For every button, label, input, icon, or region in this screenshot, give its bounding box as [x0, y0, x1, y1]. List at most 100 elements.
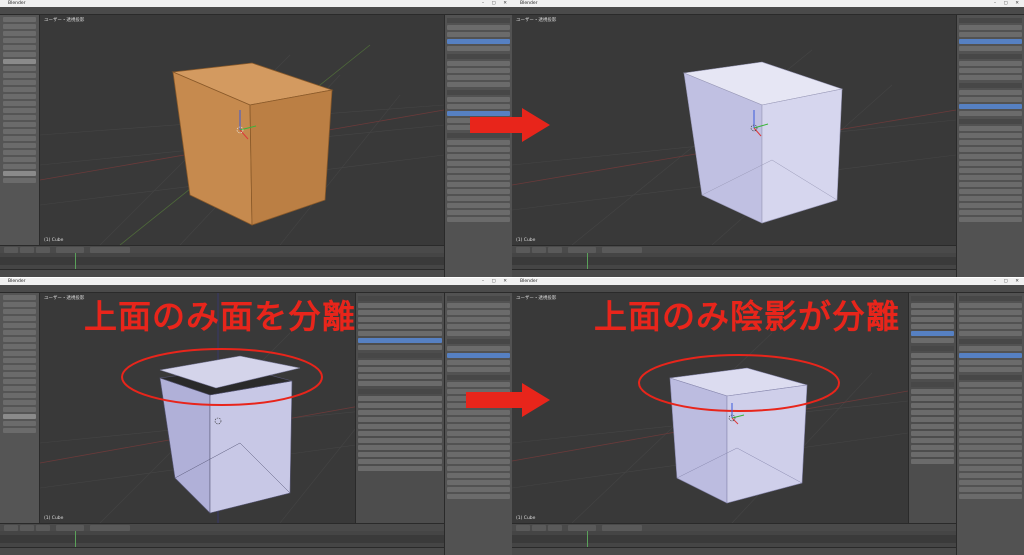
panel-field[interactable] — [447, 367, 510, 372]
panel-field[interactable] — [959, 90, 1022, 95]
panel-field[interactable] — [447, 438, 510, 443]
panel-header[interactable] — [911, 296, 954, 301]
window-controls-icon[interactable]: – ▢ ✕ — [482, 0, 510, 7]
panel-field[interactable] — [911, 331, 954, 336]
panel-field[interactable] — [959, 196, 1022, 201]
panel-header[interactable] — [959, 339, 1022, 344]
panel-field[interactable] — [447, 445, 510, 450]
panel-field[interactable] — [358, 360, 442, 365]
tool-button[interactable] — [3, 17, 36, 22]
tool-button[interactable] — [3, 365, 36, 370]
tool-button[interactable] — [3, 358, 36, 363]
panel-field[interactable] — [358, 317, 442, 322]
panel-field[interactable] — [358, 403, 442, 408]
tool-button[interactable] — [3, 400, 36, 405]
panel-header[interactable] — [358, 389, 442, 394]
panel-header[interactable] — [911, 382, 954, 387]
panel-field[interactable] — [959, 126, 1022, 131]
panel-field[interactable] — [959, 182, 1022, 187]
panel-field[interactable] — [959, 473, 1022, 478]
panel-field[interactable] — [959, 133, 1022, 138]
panel-field[interactable] — [447, 46, 510, 51]
panel-field[interactable] — [358, 438, 442, 443]
panel-field[interactable] — [959, 68, 1022, 73]
panel-field[interactable] — [447, 61, 510, 66]
panel-field[interactable] — [358, 396, 442, 401]
panel-field[interactable] — [447, 466, 510, 471]
tool-button[interactable] — [3, 45, 36, 50]
panel-field[interactable] — [959, 203, 1022, 208]
panel-field[interactable] — [358, 459, 442, 464]
tool-button[interactable] — [3, 351, 36, 356]
tool-button[interactable] — [3, 414, 36, 419]
panel-field[interactable] — [447, 494, 510, 499]
panel-field[interactable] — [358, 452, 442, 457]
tool-button[interactable] — [3, 178, 36, 183]
panel-field[interactable] — [447, 147, 510, 152]
3d-viewport[interactable]: ユーザー・透視投影 (1) Cube — [512, 15, 956, 245]
timeline-ruler[interactable] — [0, 257, 444, 265]
panel-header[interactable] — [959, 375, 1022, 380]
timeline[interactable] — [0, 253, 444, 269]
panel-field[interactable] — [911, 424, 954, 429]
tool-button[interactable] — [3, 136, 36, 141]
panel-field[interactable] — [447, 317, 510, 322]
tool-button[interactable] — [3, 372, 36, 377]
panel-header[interactable] — [959, 83, 1022, 88]
panel-field[interactable] — [447, 39, 510, 44]
panel-field[interactable] — [447, 324, 510, 329]
panel-field[interactable] — [911, 360, 954, 365]
panel-field[interactable] — [358, 345, 442, 350]
panel-field[interactable] — [959, 75, 1022, 80]
panel-header[interactable] — [911, 346, 954, 351]
panel-field[interactable] — [959, 431, 1022, 436]
panel-field[interactable] — [447, 168, 510, 173]
panel-field[interactable] — [358, 338, 442, 343]
tool-button[interactable] — [3, 330, 36, 335]
panel-header[interactable] — [959, 18, 1022, 23]
panel-field[interactable] — [959, 417, 1022, 422]
panel-field[interactable] — [959, 317, 1022, 322]
panel-field[interactable] — [959, 303, 1022, 308]
panel-field[interactable] — [959, 46, 1022, 51]
panel-field[interactable] — [959, 353, 1022, 358]
panel-field[interactable] — [959, 61, 1022, 66]
panel-field[interactable] — [358, 417, 442, 422]
timeline-ruler[interactable] — [0, 535, 444, 543]
panel-field[interactable] — [358, 310, 442, 315]
tool-button[interactable] — [3, 171, 36, 176]
tool-button[interactable] — [3, 115, 36, 120]
panel-field[interactable] — [447, 75, 510, 80]
3d-viewport[interactable]: ユーザー・透視投影 (1) Cube — [40, 15, 444, 245]
panel-header[interactable] — [358, 353, 442, 358]
tool-button[interactable] — [3, 101, 36, 106]
tool-button[interactable] — [3, 129, 36, 134]
panel-field[interactable] — [447, 32, 510, 37]
panel-header[interactable] — [959, 119, 1022, 124]
tool-button[interactable] — [3, 94, 36, 99]
panel-field[interactable] — [358, 374, 442, 379]
panel-field[interactable] — [447, 25, 510, 30]
panel-field[interactable] — [911, 445, 954, 450]
panel-field[interactable] — [959, 168, 1022, 173]
panel-field[interactable] — [911, 317, 954, 322]
panel-field[interactable] — [911, 396, 954, 401]
panel-field[interactable] — [447, 480, 510, 485]
tool-button[interactable] — [3, 323, 36, 328]
frame-cursor[interactable] — [75, 531, 76, 547]
tool-button[interactable] — [3, 73, 36, 78]
timeline-ruler[interactable] — [512, 257, 956, 265]
frame-cursor[interactable] — [75, 253, 76, 269]
panel-field[interactable] — [911, 367, 954, 372]
panel-field[interactable] — [959, 310, 1022, 315]
panel-field[interactable] — [959, 111, 1022, 116]
panel-field[interactable] — [358, 466, 442, 471]
tool-button[interactable] — [3, 31, 36, 36]
panel-field[interactable] — [447, 210, 510, 215]
panel-field[interactable] — [911, 338, 954, 343]
panel-field[interactable] — [959, 39, 1022, 44]
panel-header[interactable] — [447, 296, 510, 301]
panel-field[interactable] — [358, 303, 442, 308]
panel-field[interactable] — [447, 459, 510, 464]
panel-header[interactable] — [358, 296, 442, 301]
